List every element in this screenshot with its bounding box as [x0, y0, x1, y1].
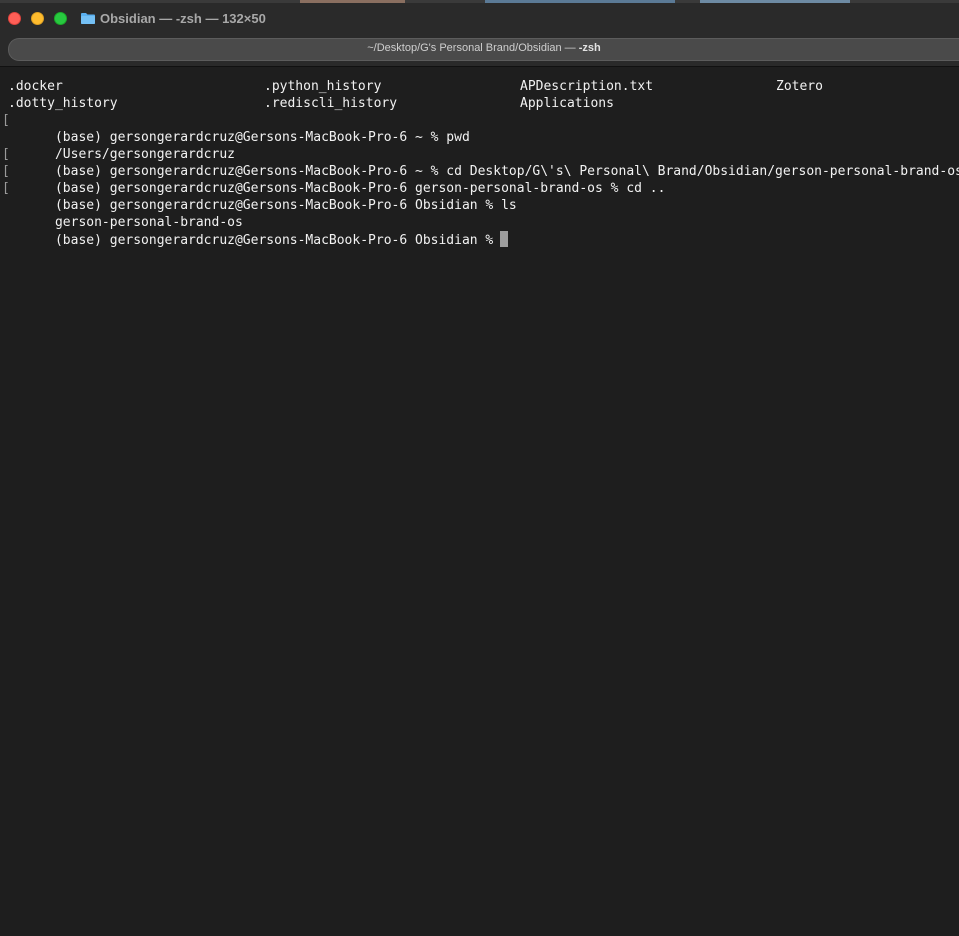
- line-mark: [: [2, 164, 10, 179]
- terminal-line: /Users/gersongerardcruz: [8, 129, 953, 162]
- wallpaper-strip: [0, 0, 959, 3]
- folder-icon: [81, 13, 95, 24]
- terminal-line: [(base) gersongerardcruz@Gersons-MacBook…: [2, 163, 953, 196]
- ls-entry: .python_history: [264, 79, 382, 94]
- line-mark: [: [2, 147, 10, 162]
- tab-label[interactable]: ~/Desktop/G's Personal Brand/Obsidian — …: [9, 42, 959, 54]
- zoom-button[interactable]: [54, 12, 67, 25]
- prompt-line[interactable]: (base) gersongerardcruz@Gersons-MacBook-…: [8, 214, 953, 248]
- minimize-button[interactable]: [31, 12, 44, 25]
- terminal-line: [(base) gersongerardcruz@Gersons-MacBook…: [2, 112, 953, 145]
- ls-entry: Zotero: [776, 79, 823, 94]
- tab-process: -zsh: [578, 42, 601, 54]
- title-bar[interactable]: Obsidian — -zsh — 132×50 ~/Desktop/G's P…: [0, 0, 959, 67]
- ls-entry: .dotty_history: [8, 96, 118, 111]
- terminal-line: [(base) gersongerardcruz@Gersons-MacBook…: [2, 180, 953, 213]
- ls-entry: Applications: [520, 96, 614, 111]
- terminal-output[interactable]: .docker .python_history APDescription.tx…: [2, 78, 959, 248]
- line-mark: [: [2, 113, 10, 128]
- terminal-window: Obsidian — -zsh — 132×50 ~/Desktop/G's P…: [0, 0, 959, 936]
- terminal-line: gerson-personal-brand-os: [8, 197, 953, 230]
- close-button[interactable]: [8, 12, 21, 25]
- line-mark: [: [2, 181, 10, 196]
- ls-row: .dotty_history .rediscli_history Applica…: [8, 95, 953, 112]
- terminal-line: [(base) gersongerardcruz@Gersons-MacBook…: [2, 146, 959, 179]
- ls-entry: .docker: [8, 79, 63, 94]
- ls-entry: .rediscli_history: [264, 96, 398, 111]
- tab-bar[interactable]: ~/Desktop/G's Personal Brand/Obsidian — …: [8, 38, 959, 61]
- window-title: Obsidian — -zsh — 132×50: [100, 11, 266, 26]
- shell-prompt: (base) gersongerardcruz@Gersons-MacBook-…: [54, 233, 494, 248]
- ls-entry: APDescription.txt: [520, 79, 654, 94]
- ls-row: .docker .python_history APDescription.tx…: [8, 78, 953, 95]
- text-cursor: [500, 231, 509, 247]
- tab-path: ~/Desktop/G's Personal Brand/Obsidian —: [367, 42, 579, 54]
